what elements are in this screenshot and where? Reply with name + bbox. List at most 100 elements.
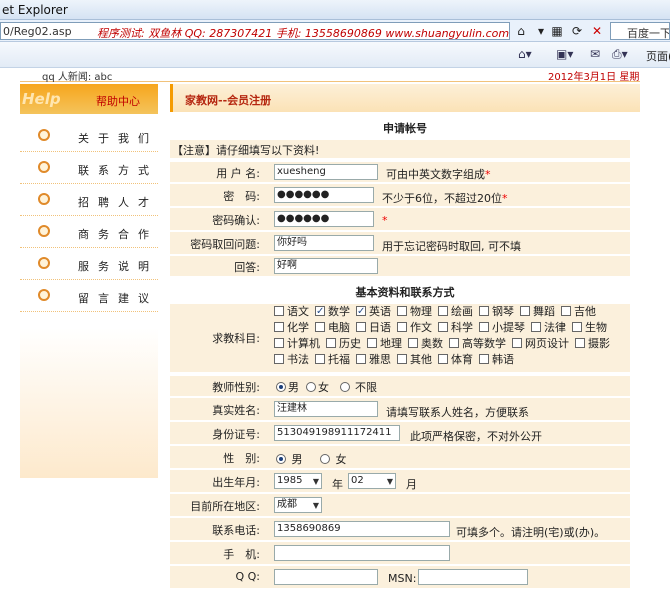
subject-option[interactable]: 摄影 [575,336,610,352]
subject-checkbox[interactable] [479,354,489,364]
radio-female[interactable] [319,454,330,464]
confirm-label: 密码确认: [212,214,260,227]
mail-icon[interactable]: ✉ [590,47,600,61]
subject-checkbox[interactable] [512,338,522,348]
subject-option[interactable]: 数学 [315,304,350,320]
subject-checkbox[interactable] [572,322,582,332]
subject-option[interactable]: 高等数学 [449,336,506,352]
home-icon[interactable]: ⌂ [512,22,530,40]
region-select[interactable]: 成都 [274,497,322,513]
subject-option[interactable]: 小提琴 [479,320,525,336]
home-menu-icon[interactable]: ⌂▾ [518,47,532,61]
sidebar-item-jobs[interactable]: 招聘人才 [20,184,158,216]
subject-checkbox[interactable] [438,354,448,364]
subject-checkbox[interactable] [315,304,325,320]
subject-option[interactable]: 电脑 [315,320,350,336]
subject-checkbox[interactable] [274,354,284,364]
subject-checkbox[interactable] [274,306,284,316]
url-field[interactable]: 0/Reg02.asp 程序测试: 双鱼林 QQ: 287307421 手机: … [0,22,510,40]
subject-checkbox[interactable] [315,354,325,364]
subject-checkbox[interactable] [356,322,366,332]
sidebar-item-contact[interactable]: 联系方式 [20,152,158,184]
subject-option[interactable]: 绘画 [438,304,473,320]
sidebar-item-about[interactable]: 关于我们 [20,120,158,152]
subject-option[interactable]: 奥数 [408,336,443,352]
subject-checkbox[interactable] [397,306,407,316]
refresh-icon[interactable]: ⟳ [568,22,586,40]
subject-option[interactable]: 历史 [326,336,361,352]
subject-option[interactable]: 舞蹈 [520,304,555,320]
subject-checkbox[interactable] [438,322,448,332]
subject-option[interactable]: 书法 [274,352,309,368]
subject-option[interactable]: 科学 [438,320,473,336]
compat-icon[interactable]: ▦ [548,22,566,40]
subject-checkbox[interactable] [356,354,366,364]
phone-row: 联系电话: 1358690869 可填多个。请注明(宅)或(办)。 [170,518,630,540]
subject-option[interactable]: 物理 [397,304,432,320]
subject-option[interactable]: 作文 [397,320,432,336]
subject-checkbox[interactable] [479,306,489,316]
print-icon[interactable]: ⎙▾ [612,47,628,62]
msn-field[interactable] [418,569,528,585]
teacher-gender-row: 教师性别: 男 女 不限 [170,376,630,396]
realname-field[interactable]: 汪建林 [274,401,378,417]
question-field[interactable]: 你好吗 [274,235,374,251]
subject-checkbox[interactable] [397,354,407,364]
subject-option[interactable]: 地理 [367,336,402,352]
sidebar-item-feedback[interactable]: 留言建议 [20,280,158,312]
sidebar-item-business[interactable]: 商务合作 [20,216,158,248]
subject-checkbox[interactable] [315,322,325,332]
subject-checkbox[interactable] [274,322,284,332]
idcard-field[interactable]: 513049198911172411 [274,425,400,441]
subject-checkbox[interactable] [479,322,489,332]
subject-checkbox[interactable] [397,322,407,332]
subject-option[interactable]: 法律 [531,320,566,336]
subject-option[interactable]: 英语 [356,304,391,320]
birth-month-select[interactable]: 02 [348,473,396,489]
search-box[interactable]: 百度一下 [610,22,670,40]
sidebar-item-service[interactable]: 服务说明 [20,248,158,280]
subject-option[interactable]: 计算机 [274,336,320,352]
phone-field[interactable]: 1358690869 [274,521,450,537]
subject-option[interactable]: 韩语 [479,352,514,368]
subject-option[interactable]: 体育 [438,352,473,368]
page-menu[interactable]: 页面( [646,48,670,64]
subject-checkbox[interactable] [575,338,585,348]
subject-checkbox[interactable] [367,338,377,348]
subject-option[interactable]: 其他 [397,352,432,368]
subject-option[interactable]: 日语 [356,320,391,336]
radio-label: 男 [288,381,299,394]
subject-option[interactable]: 生物 [572,320,607,336]
subject-checkbox[interactable] [408,338,418,348]
password-field[interactable]: ●●●●●● [274,187,374,203]
subject-checkbox[interactable] [438,306,448,316]
username-hint-text: 可由中英文数字组成 [386,168,485,181]
subject-option[interactable]: 雅思 [356,352,391,368]
subject-option[interactable]: 钢琴 [479,304,514,320]
stop-icon[interactable]: ✕ [588,22,606,40]
confirm-password-field[interactable]: ●●●●●● [274,211,374,227]
subject-option[interactable]: 语文 [274,304,309,320]
feed-icon[interactable]: ▣▾ [556,47,573,61]
username-field[interactable]: xuesheng [274,164,378,180]
answer-field[interactable]: 好啊 [274,258,378,274]
radio-teacher-any[interactable] [339,382,350,392]
subject-checkbox[interactable] [274,338,284,348]
radio-teacher-male[interactable] [276,382,286,392]
subject-option[interactable]: 吉他 [561,304,596,320]
subject-checkbox[interactable] [326,338,336,348]
subject-checkbox[interactable] [520,306,530,316]
radio-male[interactable] [276,454,286,464]
qq-field[interactable] [274,569,378,585]
subject-option[interactable]: 化学 [274,320,309,336]
radio-teacher-female[interactable] [306,382,316,392]
subject-checkbox[interactable] [356,304,366,320]
subject-checkbox[interactable] [449,338,459,348]
mobile-field[interactable] [274,545,450,561]
subject-label: 英语 [369,305,391,318]
birth-year-select[interactable]: 1985 [274,473,322,489]
subject-option[interactable]: 网页设计 [512,336,569,352]
subject-checkbox[interactable] [561,306,571,316]
subject-option[interactable]: 托福 [315,352,350,368]
subject-checkbox[interactable] [531,322,541,332]
